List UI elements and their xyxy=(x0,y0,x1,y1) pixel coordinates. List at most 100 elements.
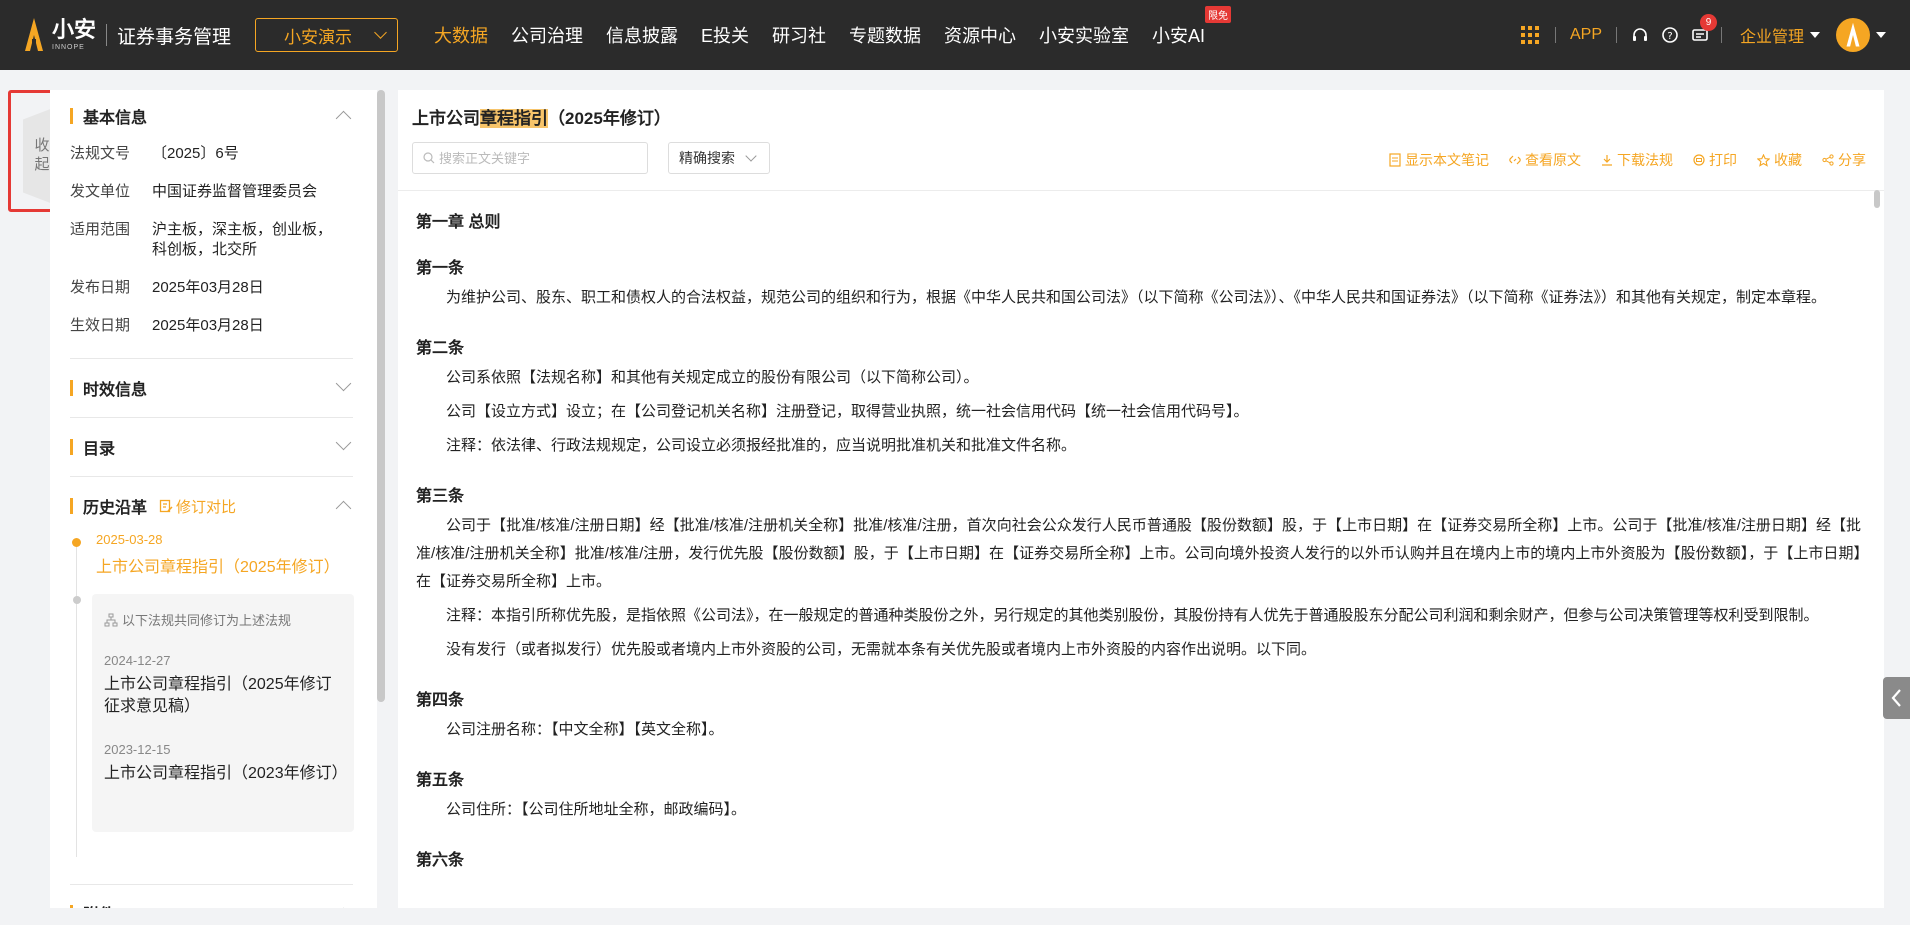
document-panel: 上市公司章程指引（2025年修订） 精确搜索 显示本文笔记 查看原文 下载法规 … xyxy=(398,90,1884,908)
collapse-button[interactable]: 收起 xyxy=(23,108,53,204)
chevron-left-icon xyxy=(1891,689,1901,707)
message-count-badge: 9 xyxy=(1699,14,1717,31)
toolbar: 显示本文笔记 查看原文 下载法规 打印 收藏 分享 xyxy=(1369,150,1866,170)
accent-bar xyxy=(70,905,73,908)
history-current[interactable]: 2025-03-28 上市公司章程指引（2025年修订） xyxy=(96,532,340,577)
collapse-label: 收起 xyxy=(32,137,50,175)
section-title: 基本信息 xyxy=(83,110,148,127)
help-icon[interactable]: ? xyxy=(1661,26,1679,44)
nav-item-study[interactable]: 研习社 xyxy=(772,22,826,48)
logo[interactable]: 小安 INNOPE xyxy=(22,17,96,53)
nav-item-lab[interactable]: 小安实验室 xyxy=(1039,22,1129,48)
download-button[interactable]: 下载法规 xyxy=(1601,150,1673,170)
revision-compare-link[interactable]: 修订对比 xyxy=(159,496,236,517)
share-button[interactable]: 分享 xyxy=(1822,150,1866,170)
section-attachment[interactable]: 附件 xyxy=(70,901,353,908)
enterprise-menu[interactable]: 企业管理 xyxy=(1740,23,1820,47)
nav-item-resources[interactable]: 资源中心 xyxy=(944,22,1016,48)
free-badge: 限免 xyxy=(1205,6,1232,23)
top-bar: 小安 INNOPE 证券事务管理 小安演示 大数据 公司治理 信息披露 E投关 … xyxy=(0,0,1910,70)
logo-icon xyxy=(22,17,46,53)
company-select[interactable]: 小安演示 xyxy=(255,18,399,52)
view-original-label: 查看原文 xyxy=(1525,152,1581,168)
article-heading: 第五条 xyxy=(416,772,465,789)
info-row: 适用范围 沪主板，深主板，创业板，科创板，北交所 xyxy=(70,220,353,260)
left-panel: 基本信息 法规文号 〔2025〕6号 发文单位 中国证券监督管理委员会 适用范围… xyxy=(50,90,377,908)
nav-item-e-ir[interactable]: E投关 xyxy=(701,22,749,48)
article-heading: 第二条 xyxy=(416,340,465,357)
search-box[interactable] xyxy=(412,142,648,174)
section-toc[interactable]: 目录 xyxy=(70,434,353,459)
accent-bar xyxy=(70,380,73,396)
section-title: 历史沿革 xyxy=(83,500,148,517)
history-group: 以下法规共同修订为上述法规 2024-12-27 上市公司章程指引（2025年修… xyxy=(92,594,354,832)
history-item[interactable]: 2023-12-15 上市公司章程指引（2023年修订） xyxy=(104,742,348,785)
article-heading: 第三条 xyxy=(416,488,465,505)
nav-item-ai[interactable]: 小安AI 限免 xyxy=(1152,6,1232,48)
left-scrollbar[interactable] xyxy=(377,90,385,702)
title-part: 上市公司 xyxy=(412,109,480,128)
caret-down-icon[interactable] xyxy=(1876,32,1886,38)
chevron-down-icon[interactable] xyxy=(335,434,352,451)
company-select-value: 小安演示 xyxy=(284,27,353,47)
chevron-up-icon[interactable] xyxy=(335,500,352,517)
info-label: 发文单位 xyxy=(70,183,131,200)
share-label: 分享 xyxy=(1838,152,1866,168)
avatar[interactable] xyxy=(1836,18,1870,52)
logo-subtext: INNOPE xyxy=(52,44,85,51)
info-value: 2025年03月28日 xyxy=(152,279,264,296)
chapter-heading: 第一章 总则 xyxy=(416,214,501,231)
history-date: 2025-03-28 xyxy=(96,532,163,547)
chevron-up-icon[interactable] xyxy=(335,110,352,127)
search-icon xyxy=(423,152,435,164)
section-validity[interactable]: 时效信息 xyxy=(70,375,353,400)
info-row: 发文单位 中国证券监督管理委员会 xyxy=(70,182,353,202)
history-item[interactable]: 2024-12-27 上市公司章程指引（2025年修订征求意见稿） xyxy=(104,653,342,718)
apps-grid-icon[interactable] xyxy=(1520,26,1539,44)
print-button[interactable]: 打印 xyxy=(1693,150,1737,170)
app-link[interactable]: APP xyxy=(1570,26,1602,44)
info-value: 〔2025〕6号 xyxy=(152,145,239,162)
divider xyxy=(1720,27,1722,43)
search-input[interactable] xyxy=(439,150,629,166)
nav-item-disclosure[interactable]: 信息披露 xyxy=(606,22,678,48)
share-icon xyxy=(1822,154,1834,166)
article-paragraph: 没有发行（或者拟发行）优先股或者境内上市外资股的公司，无需就本条有关优先股或者境… xyxy=(446,641,1317,658)
article-paragraph: 公司注册名称：【中文全称】【英文全称】。 xyxy=(446,721,724,738)
article-paragraph: 公司【设立方式】设立；在【公司登记机关名称】注册登记，取得营业执照，统一社会信用… xyxy=(446,403,1249,420)
info-label: 法规文号 xyxy=(70,145,131,162)
article-paragraph: 注释：依法律、行政法规规定，公司设立必须报经批准的，应当说明批准机关和批准文件名… xyxy=(446,437,1077,454)
article-paragraph: 公司系依照【法规名称】和其他有关规定成立的股份有限公司（以下简称公司）。 xyxy=(446,369,979,386)
content-scrollbar[interactable] xyxy=(1874,190,1880,208)
group-hint-text: 以下法规共同修订为上述法规 xyxy=(122,613,292,628)
article-paragraph: 为维护公司、股东、职工和债权人的合法权益，规范公司的组织和行为，根据《中华人民共… xyxy=(446,289,1827,306)
show-notes-button[interactable]: 显示本文笔记 xyxy=(1389,150,1489,170)
message-icon[interactable]: 9 xyxy=(1691,14,1717,44)
info-row: 生效日期 2025年03月28日 xyxy=(70,316,353,336)
section-basic-info[interactable]: 基本信息 xyxy=(70,104,353,128)
divider xyxy=(1615,27,1617,43)
search-mode-select[interactable]: 精确搜索 xyxy=(668,142,770,174)
search-mode-value: 精确搜索 xyxy=(679,150,735,166)
enterprise-menu-label: 企业管理 xyxy=(1739,29,1804,46)
section-history[interactable]: 历史沿革 修订对比 xyxy=(70,494,353,518)
side-panel-toggle[interactable] xyxy=(1883,677,1910,719)
history-date: 2024-12-27 xyxy=(104,653,171,668)
nav-item-topic-data[interactable]: 专题数据 xyxy=(849,22,921,48)
chevron-down-icon[interactable] xyxy=(335,375,352,392)
logo-text: 小安 xyxy=(52,17,97,42)
info-row: 法规文号 〔2025〕6号 xyxy=(70,144,353,164)
link-icon xyxy=(1509,155,1521,165)
timeline-dot-active xyxy=(72,538,81,547)
show-notes-label: 显示本文笔记 xyxy=(1405,152,1489,168)
download-icon xyxy=(1602,155,1612,166)
document-content: 第一章 总则 第一条 为维护公司、股东、职工和债权人的合法权益，规范公司的组织和… xyxy=(416,198,1861,908)
info-label: 发布日期 xyxy=(70,279,131,296)
view-original-button[interactable]: 查看原文 xyxy=(1509,150,1581,170)
nav-item-governance[interactable]: 公司治理 xyxy=(511,22,583,48)
info-row: 发布日期 2025年03月28日 xyxy=(70,278,353,298)
favorite-button[interactable]: 收藏 xyxy=(1757,150,1802,170)
nav-item-bigdata[interactable]: 大数据 xyxy=(434,22,488,48)
headset-icon[interactable] xyxy=(1631,26,1649,44)
article-paragraph: 注释：本指引所称优先股，是指依照《公司法》，在一般规定的普通种类股份之外，另行规… xyxy=(446,607,1819,624)
